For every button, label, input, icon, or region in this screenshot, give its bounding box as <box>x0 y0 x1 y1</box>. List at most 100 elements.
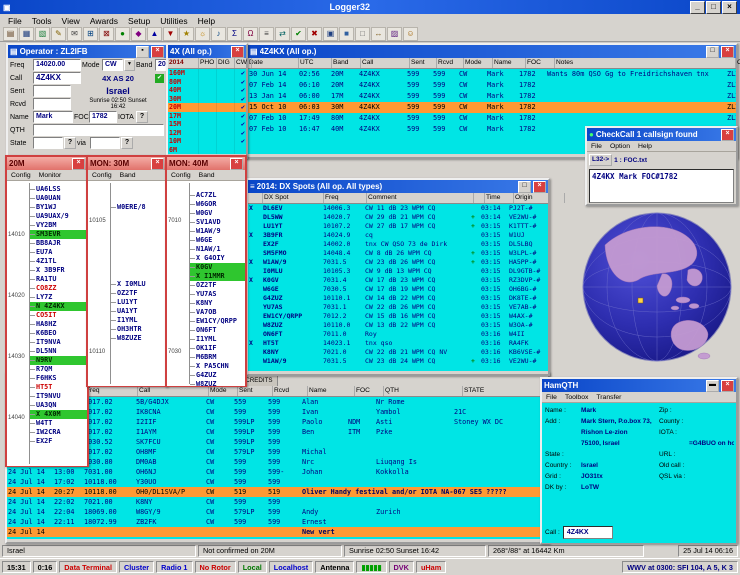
hamqth-minimize-button[interactable]: ▬ <box>706 379 719 392</box>
bandmap-spot-call[interactable]: W8ZUZE <box>111 334 166 343</box>
bandmap-spot-call[interactable]: UA3QN <box>30 401 87 410</box>
dx-spot-row[interactable]: X DL6EV 14006.3 CW 11 dB 23 WPM CQ 03:14 PJ2T… <box>248 204 548 213</box>
dxspots-titlebar[interactable]: ≡ 2014: DX Spots (All op. All types) □ × <box>248 180 548 193</box>
foc-input[interactable]: 1782 <box>89 111 117 123</box>
bandmap-spot-call[interactable]: K8NY <box>190 299 245 308</box>
bandmap-spot-call[interactable]: W4TT <box>30 419 87 428</box>
worked-band-row[interactable]: 10M ✔ <box>168 137 246 146</box>
close-button[interactable]: × <box>722 0 737 14</box>
blank-window-icon[interactable]: □ <box>355 27 370 41</box>
bandmap-spot-call[interactable]: OH3HTR <box>111 325 166 334</box>
bandmap-spot-call[interactable]: HT5T <box>30 383 87 392</box>
logbook-row[interactable]: 24 Jul 14 13:00 7031.00 OH6NJ CW 599 599- Johan… <box>7 467 548 477</box>
grayline-icon[interactable]: ☼ <box>195 27 210 41</box>
dx-spot-row[interactable]: SM5FMO 14048.4 CW 8 dB 26 WPM CQ +03:15 W3LP… <box>248 249 548 258</box>
log-pages-icon[interactable]: ▤ <box>3 27 18 41</box>
hamqth-close-button[interactable]: × <box>721 379 734 392</box>
status-indicator[interactable]: Local <box>237 561 267 573</box>
logbook-row[interactable]: 24 Jul 14 22:04 18069.00 W8GY/9 CW 579LP 599 An… <box>7 507 548 517</box>
awards-icon[interactable]: ★ <box>179 27 194 41</box>
bandmap-spot-call[interactable]: IT9NVA <box>30 338 87 347</box>
dx-spot-row[interactable]: I0MLU 10105.3 CW 9 dB 13 WPM CQ 03:15 DL9GTB… <box>248 267 548 276</box>
hamqth-call-input[interactable]: 4Z4KX <box>562 526 613 539</box>
dx-spot-row[interactable]: K8NY 7021.0 CW 22 dB 21 WPM CQ NV 03:16 KB6V… <box>248 348 548 357</box>
list-icon[interactable]: ≡ <box>259 27 274 41</box>
add-window-icon[interactable]: ⊞ <box>83 27 98 41</box>
bandmap-spot-call[interactable]: IW2CRA <box>30 428 87 437</box>
hamqth-titlebar[interactable]: HamQTH ▬ × <box>542 379 736 392</box>
dx-spot-row[interactable]: X K0GV 7031.4 CW 17 dB 23 WPM CQ 03:15 RZ3DVP… <box>248 276 548 285</box>
bandmap-spot-call[interactable]: W6GOR <box>190 200 245 209</box>
map-icon[interactable]: ▨ <box>387 27 402 41</box>
prevqso-row[interactable]: 15 Oct 10 06:03 30M 4Z4KX 599 599 CW Mark 1782 ZL… <box>248 102 736 113</box>
bandmap-spot-call[interactable]: W1AW/9 <box>190 227 245 236</box>
bandmap-spot-call[interactable]: RA1TU <box>30 275 87 284</box>
status-indicator[interactable]: Data Terminal <box>59 561 117 573</box>
bandmap-spot-call[interactable]: OZ2TF <box>111 289 166 298</box>
checkcall-menu-help[interactable]: Help <box>638 143 652 150</box>
logbook-row[interactable]: 24 Jul 14 20:27 10118.00 OH0/DL1SVA/P CW 519 5… <box>7 487 548 497</box>
dx-spot-row[interactable]: W1AW/9 7031.5 CW 23 dB 24 WPM CQ +03:16 VE2W… <box>248 357 548 366</box>
confirm-icon[interactable]: ✔ <box>291 27 306 41</box>
state-help-button[interactable]: ? <box>64 137 76 149</box>
bandmap-spot-call[interactable]: W8ZUZ <box>190 380 245 386</box>
bandmap-spot-call[interactable]: UA6LSS <box>30 185 87 194</box>
decrease-icon[interactable]: ▼ <box>163 27 178 41</box>
l32-button[interactable]: L32-> <box>589 154 613 166</box>
prevqso-maximize-button[interactable]: □ <box>706 45 719 58</box>
cluster-status-icon[interactable]: ● <box>115 27 130 41</box>
bandmap-menu-config[interactable]: Config <box>92 172 112 179</box>
hamqth-menu-toolbox[interactable]: Toolbox <box>565 394 588 401</box>
bandmap-titlebar[interactable]: MON: 30M × <box>88 157 166 170</box>
increase-icon[interactable]: ▲ <box>147 27 162 41</box>
bandmap-spot-call[interactable]: SV1AVD <box>190 218 245 227</box>
dxspots-close-button[interactable]: × <box>533 180 546 193</box>
bandmap-spot-call[interactable]: M6BRM <box>190 353 245 362</box>
dx-spot-row[interactable]: EX2F 14002.0 tnx CW QSO 73 de Dirk 03:15 DL5… <box>248 240 548 249</box>
bandmap-spot-call[interactable]: W0GV <box>190 209 245 218</box>
menu-utilities[interactable]: Utilities <box>156 16 191 26</box>
bandmap-titlebar[interactable]: 20M × <box>7 157 87 170</box>
bandmap-spot-call[interactable]: BY1WJ <box>30 203 87 212</box>
minimize-button[interactable]: _ <box>690 0 705 14</box>
checkcall-titlebar[interactable]: ● CheckCall 1 callsign found × <box>587 128 736 141</box>
worked-band-row[interactable]: 12M ✔ <box>168 128 246 137</box>
bandmap-spot-call[interactable]: R7QM <box>30 365 87 374</box>
bandmap-spot-call[interactable]: YU7AS <box>190 290 245 299</box>
bandmap-spot-call[interactable]: X 3B9FR <box>30 266 87 275</box>
checkcall-menu-option[interactable]: Option <box>610 143 630 150</box>
dx-spot-row[interactable]: DL5WW 14020.7 CW 29 dB 21 WPM CQ +03:14 VE2W… <box>248 213 548 222</box>
menu-view[interactable]: View <box>58 16 84 26</box>
menu-awards[interactable]: Awards <box>86 16 122 26</box>
menu-help[interactable]: Help <box>194 16 219 26</box>
prevqso-titlebar[interactable]: ▤ 4Z4KX (All op.) □ × <box>248 45 736 58</box>
bandmap-spot-call[interactable]: UA9UAX/9 <box>30 212 87 221</box>
state-input[interactable] <box>33 137 63 149</box>
bandmap-spot-call[interactable]: VA7OB <box>190 308 245 317</box>
edit-note-icon[interactable]: ✎ <box>51 27 66 41</box>
dx-spot-icon[interactable]: ◆ <box>131 27 146 41</box>
bandmap-spot-call[interactable]: OK1IF <box>190 344 245 353</box>
menu-tools[interactable]: Tools <box>28 16 56 26</box>
bandmap-spot-call[interactable]: VY2BM <box>30 221 87 230</box>
sound-icon[interactable]: ♪ <box>211 27 226 41</box>
status-indicator[interactable]: DVK <box>388 561 414 573</box>
dxspots-maximize-button[interactable]: □ <box>518 180 531 193</box>
worked-band-row[interactable]: 80M ✔ <box>168 77 246 86</box>
bandmap-spot-call[interactable]: K6BEO <box>30 329 87 338</box>
bandmap-spot-call[interactable]: UA0UAN <box>30 194 87 203</box>
worked-band-row[interactable]: 20M ✔ <box>168 103 246 112</box>
status-indicator[interactable]: ▮▮▮▮▮ <box>356 561 387 573</box>
worked-close-button[interactable]: × <box>231 45 244 58</box>
bandmap-spot-call[interactable]: X 4X0M <box>30 410 87 419</box>
bandmap-spot-call[interactable]: LY7Z <box>30 293 87 302</box>
dx-spot-row[interactable]: YU7AS 7031.1 CW 22 dB 26 WPM CQ 03:15 VE7AB-… <box>248 303 548 312</box>
bandmap-close-button[interactable]: × <box>72 157 85 170</box>
bandmap-icon[interactable]: ▧ <box>35 27 50 41</box>
bandmap-menu-band[interactable]: Band <box>199 172 215 179</box>
worked-band-row[interactable]: 30M ✔ <box>168 94 246 103</box>
dx-spot-row[interactable]: G4ZUZ 10110.1 CW 14 dB 22 WPM CQ 03:15 DK8TE… <box>248 294 548 303</box>
bandmap-spot-call[interactable]: N 4Z4KX <box>30 302 87 311</box>
operator-pin-button[interactable]: ▪ <box>136 45 149 58</box>
mode-input[interactable]: CW <box>102 59 123 71</box>
